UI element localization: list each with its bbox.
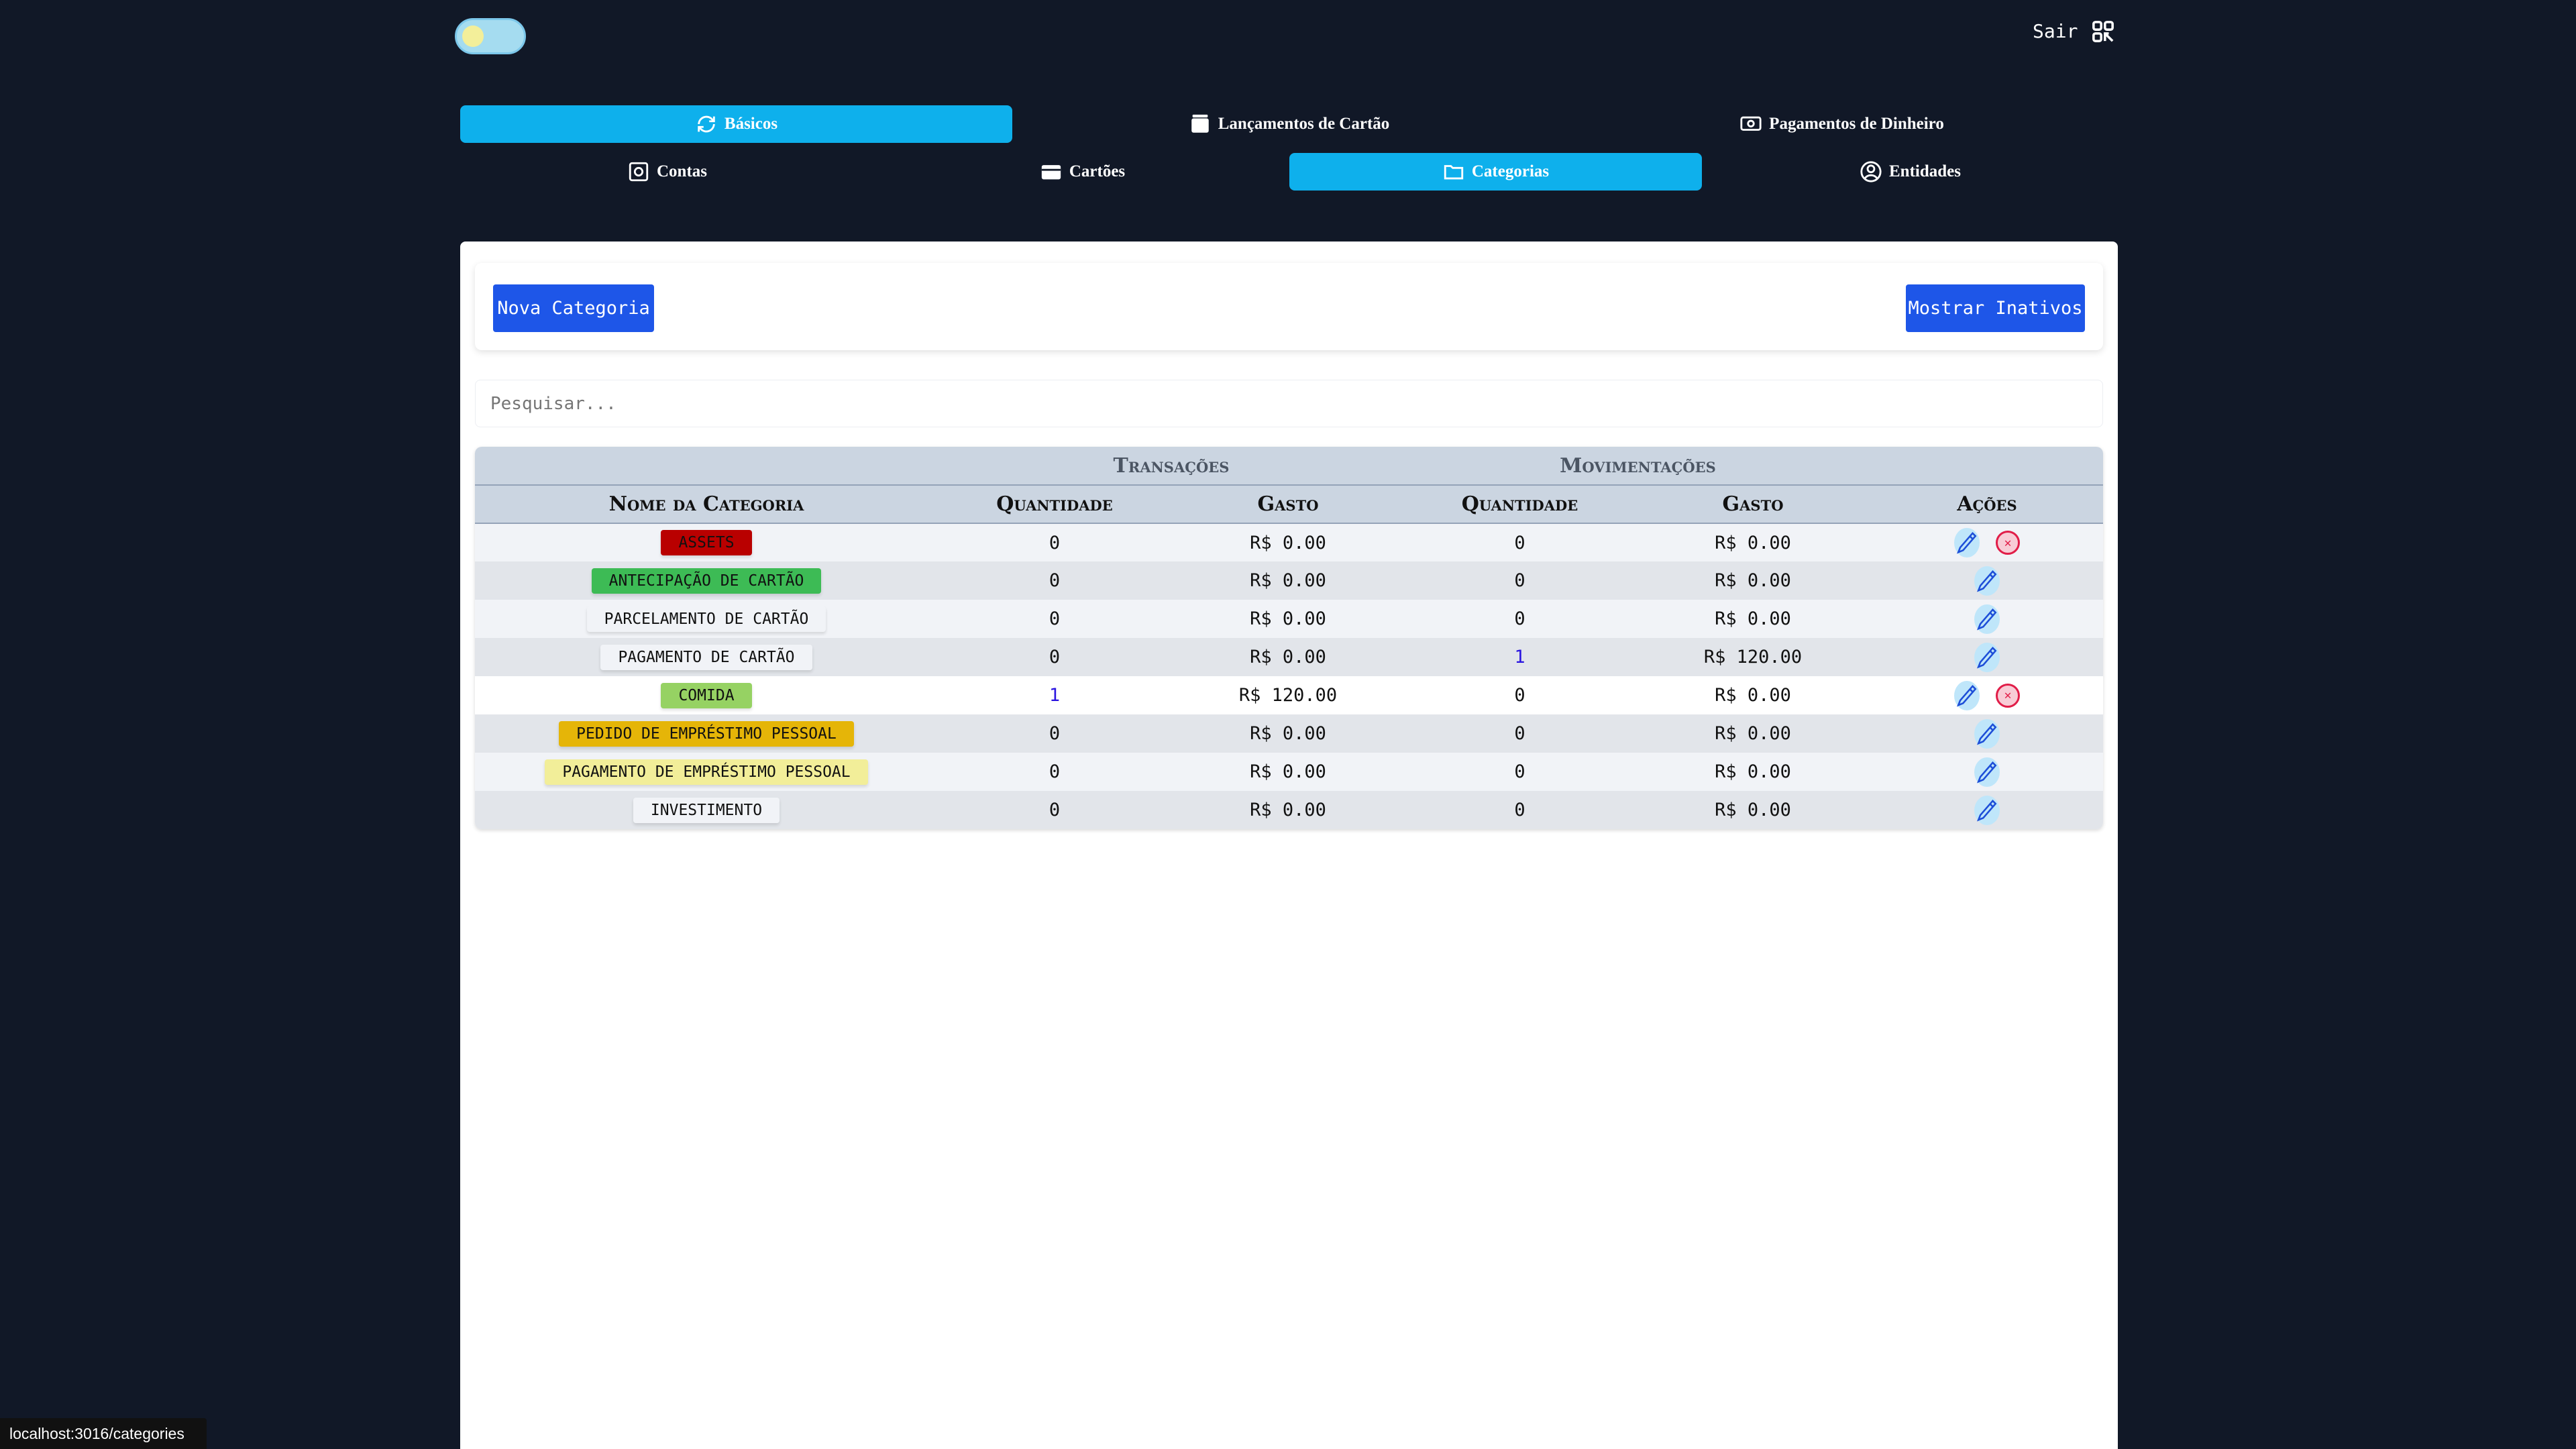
- new-category-button[interactable]: Nova Categoria: [493, 284, 654, 332]
- col-header-tx-qty: Quantidade: [938, 485, 1171, 524]
- mv_qty: 0: [1405, 791, 1635, 829]
- mv-spent: R$ 120.00: [1635, 638, 1871, 676]
- user-circle-icon: [1860, 161, 1882, 182]
- category-badge: ANTECIPAÇÃO DE CARTÃO: [591, 568, 822, 594]
- tab-cartoes[interactable]: Cartões: [875, 153, 1289, 191]
- tx_qty: 0: [938, 600, 1171, 638]
- tx-spent: R$ 0.00: [1171, 600, 1405, 638]
- tab-basicos[interactable]: Básicos: [460, 105, 1012, 143]
- tab-label: Entidades: [1889, 162, 1961, 180]
- tab-label: Cartões: [1069, 162, 1126, 180]
- tx-spent: R$ 0.00: [1171, 638, 1405, 676]
- tx_qty: 0: [938, 791, 1171, 829]
- wallet-icon: [1191, 114, 1209, 133]
- table-row: PEDIDO DE EMPRÉSTIMO PESSOAL 0 R$ 0.00 0 R$ …: [475, 714, 2103, 753]
- tx_qty: 0: [938, 714, 1171, 753]
- category-badge: ASSETS: [661, 530, 752, 555]
- col-header-name: Nome da Categoria: [475, 485, 938, 524]
- category-badge: INVESTIMENTO: [633, 797, 780, 823]
- category-badge: PAGAMENTO DE CARTÃO: [600, 644, 812, 670]
- theme-toggle[interactable]: [455, 18, 526, 54]
- table-row: INVESTIMENTO 0 R$ 0.00 0 R$ 0.00: [475, 791, 2103, 829]
- categories-table: Transações Movimentações Nome da Categori…: [475, 447, 2103, 829]
- table-row: PAGAMENTO DE CARTÃO 0 R$ 0.00 1 R$ 120.00: [475, 638, 2103, 676]
- tab-categorias[interactable]: Categorias: [1289, 153, 1702, 191]
- mv_qty: 0: [1405, 676, 1635, 714]
- mv-spent: R$ 0.00: [1635, 714, 1871, 753]
- status-bar-url: localhost:3016/categories: [0, 1418, 207, 1449]
- show-inactive-button[interactable]: Mostrar Inativos: [1906, 284, 2085, 332]
- vault-icon: [629, 162, 649, 182]
- table-row: PARCELAMENTO DE CARTÃO 0 R$ 0.00 0 R$ 0.00: [475, 600, 2103, 638]
- tx-spent: R$ 0.00: [1171, 561, 1405, 600]
- mv_qty: 0: [1405, 561, 1635, 600]
- toolbar: Nova Categoria Mostrar Inativos: [475, 263, 2103, 350]
- category-badge: COMIDA: [661, 682, 752, 708]
- col-header-mv-qty: Quantidade: [1405, 485, 1635, 524]
- logout-button[interactable]: Sair: [2033, 20, 2078, 42]
- edit-pencil-icon[interactable]: [1974, 757, 2000, 787]
- tab-lancamentos-cartao[interactable]: Lançamentos de Cartão: [1013, 105, 1565, 143]
- mv-spent: R$ 0.00: [1635, 600, 1871, 638]
- table-row: PAGAMENTO DE EMPRÉSTIMO PESSOAL 0 R$ 0.00 0…: [475, 753, 2103, 791]
- edit-pencil-icon[interactable]: [1974, 566, 2000, 596]
- col-header-tx-spent: Gasto: [1171, 485, 1405, 524]
- tab-label: Categorias: [1471, 162, 1550, 180]
- folder-icon: [1444, 165, 1464, 180]
- tx_qty: 0: [938, 561, 1171, 600]
- category-badge: PAGAMENTO DE EMPRÉSTIMO PESSOAL: [545, 759, 868, 785]
- edit-pencil-icon[interactable]: [1974, 642, 2000, 672]
- delete-x-circle-icon[interactable]: ✕: [1996, 683, 2020, 708]
- tx-spent: R$ 0.00: [1171, 714, 1405, 753]
- tx_qty[interactable]: 1: [938, 676, 1171, 714]
- mv_qty: 0: [1405, 523, 1635, 561]
- category-badge: PEDIDO DE EMPRÉSTIMO PESSOAL: [559, 720, 854, 747]
- mv-spent: R$ 0.00: [1635, 791, 1871, 829]
- mv-spent: R$ 0.00: [1635, 676, 1871, 714]
- tab-label: Contas: [656, 162, 707, 180]
- edit-pencil-icon[interactable]: [1974, 604, 2000, 634]
- group-header-movimentacoes: Movimentações: [1405, 447, 1871, 486]
- mv_qty: 0: [1405, 714, 1635, 753]
- tab-contas[interactable]: Contas: [460, 153, 874, 191]
- search-input[interactable]: [475, 380, 2103, 427]
- table-row: ASSETS 0 R$ 0.00 0 R$ 0.00 ✕: [475, 523, 2103, 561]
- mv-spent: R$ 0.00: [1635, 753, 1871, 791]
- mv_qty: 0: [1405, 600, 1635, 638]
- tx-spent: R$ 0.00: [1171, 791, 1405, 829]
- delete-x-circle-icon[interactable]: ✕: [1996, 531, 2020, 555]
- tab-pagamentos-dinheiro[interactable]: Pagamentos de Dinheiro: [1566, 105, 2118, 143]
- col-header-actions: Ações: [1871, 485, 2103, 524]
- tx-spent: R$ 120.00: [1171, 676, 1405, 714]
- refresh-icon: [698, 115, 715, 133]
- content-card: Nova Categoria Mostrar Inativos Transaçõ…: [460, 241, 2118, 1449]
- mv-spent: R$ 0.00: [1635, 561, 1871, 600]
- mv-spent: R$ 0.00: [1635, 523, 1871, 561]
- edit-pencil-icon[interactable]: [1954, 528, 1980, 557]
- tx_qty: 0: [938, 523, 1171, 561]
- edit-pencil-icon[interactable]: [1974, 718, 2000, 749]
- tx_qty: 0: [938, 753, 1171, 791]
- mv_qty: 0: [1405, 753, 1635, 791]
- qr-code-icon[interactable]: [2092, 20, 2114, 43]
- category-badge: PARCELAMENTO DE CARTÃO: [586, 606, 826, 632]
- tab-label: Básicos: [724, 115, 778, 133]
- tab-entidades[interactable]: Entidades: [1703, 153, 2117, 191]
- tx-spent: R$ 0.00: [1171, 753, 1405, 791]
- mv_qty[interactable]: 1: [1405, 638, 1635, 676]
- tab-label: Pagamentos de Dinheiro: [1769, 115, 1944, 133]
- sun-icon: [462, 25, 484, 47]
- tx_qty: 0: [938, 638, 1171, 676]
- tab-label: Lançamentos de Cartão: [1218, 115, 1390, 133]
- table-row: ANTECIPAÇÃO DE CARTÃO 0 R$ 0.00 0 R$ 0.00: [475, 561, 2103, 600]
- credit-card-icon: [1041, 165, 1061, 180]
- edit-pencil-icon[interactable]: [1954, 680, 1980, 710]
- table-row: COMIDA 1 R$ 120.00 0 R$ 0.00 ✕: [475, 676, 2103, 714]
- group-header-transacoes: Transações: [938, 447, 1405, 486]
- edit-pencil-icon[interactable]: [1974, 795, 2000, 825]
- cash-icon: [1740, 116, 1762, 131]
- col-header-mv-spent: Gasto: [1635, 485, 1871, 524]
- tx-spent: R$ 0.00: [1171, 523, 1405, 561]
